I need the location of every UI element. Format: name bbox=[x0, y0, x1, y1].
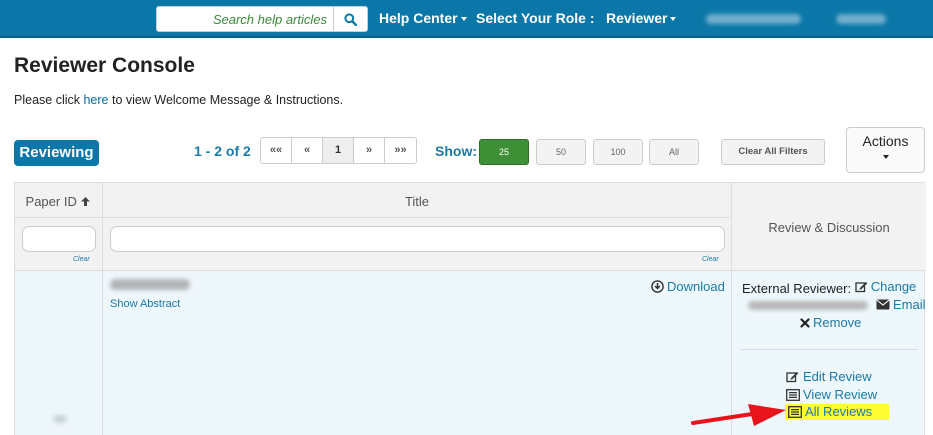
reviewer-email-line: Email bbox=[742, 297, 926, 313]
next-page-button[interactable]: » bbox=[354, 138, 385, 163]
show-abstract-link[interactable]: Show Abstract bbox=[110, 298, 180, 310]
change-label: Change bbox=[870, 279, 917, 294]
search-input[interactable] bbox=[156, 6, 334, 32]
page-size-50-button[interactable]: 50 bbox=[536, 139, 586, 165]
view-review-label: View Review bbox=[803, 387, 878, 402]
chevron-down-icon bbox=[670, 17, 677, 22]
chevron-down-icon bbox=[882, 155, 889, 159]
welcome-link[interactable]: here bbox=[83, 93, 108, 107]
reviewing-badge: Reviewing bbox=[14, 140, 99, 166]
sort-up-arrow-icon bbox=[80, 196, 91, 207]
paper-id-clear-link[interactable]: Clear bbox=[73, 256, 90, 263]
user-name-redacted[interactable] bbox=[706, 14, 801, 24]
title-clear-link[interactable]: Clear bbox=[702, 256, 719, 263]
welcome-message: Please click here to view Welcome Messag… bbox=[14, 93, 343, 107]
title-filter-input[interactable] bbox=[110, 226, 725, 252]
actions-dropdown[interactable]: Actions bbox=[846, 127, 925, 173]
list-icon bbox=[788, 405, 802, 418]
search-icon bbox=[344, 12, 357, 26]
select-role-label: Select Your Role : bbox=[476, 10, 595, 26]
user-menu-redacted[interactable] bbox=[836, 14, 886, 24]
all-reviews-link[interactable]: All Reviews bbox=[785, 404, 890, 420]
column-header: Paper ID Clear bbox=[15, 183, 102, 271]
column-header: Title Clear bbox=[103, 183, 731, 271]
clear-all-filters-button[interactable]: Clear All Filters bbox=[721, 139, 825, 165]
show-label: Show: bbox=[435, 143, 477, 159]
reviewer-email-redacted bbox=[748, 301, 868, 310]
header-divider bbox=[103, 217, 731, 218]
edit-review-label: Edit Review bbox=[803, 369, 872, 384]
paper-id-header[interactable]: Paper ID bbox=[15, 194, 102, 209]
review-header: Review & Discussion bbox=[768, 220, 890, 235]
last-page-button[interactable]: »» bbox=[385, 138, 416, 163]
remove-reviewer-link[interactable]: Remove bbox=[800, 315, 861, 330]
welcome-prefix: Please click bbox=[14, 93, 84, 107]
title-column: Title Clear Show Abstract Download bbox=[103, 183, 732, 435]
page-size-25-button[interactable]: 25 bbox=[479, 139, 529, 165]
role-label: Reviewer bbox=[606, 10, 668, 26]
annotation-arrow-icon bbox=[690, 398, 790, 428]
edit-icon bbox=[786, 370, 800, 383]
edit-review-link[interactable]: Edit Review bbox=[786, 369, 872, 384]
help-center-label: Help Center bbox=[379, 10, 458, 26]
column-header: Review & Discussion bbox=[732, 183, 926, 271]
pagination: «« « 1 » »» bbox=[260, 137, 417, 164]
external-reviewer-label: External Reviewer: bbox=[742, 281, 852, 296]
paper-title-redacted bbox=[110, 279, 190, 290]
review-divider bbox=[740, 349, 918, 350]
all-reviews-label: All Reviews bbox=[805, 404, 873, 419]
paper-id-redacted bbox=[53, 415, 67, 423]
page-1-button[interactable]: 1 bbox=[323, 138, 354, 163]
welcome-suffix: to view Welcome Message & Instructions. bbox=[108, 93, 344, 107]
paper-id-filter-input[interactable] bbox=[22, 226, 96, 252]
header-divider bbox=[15, 217, 102, 218]
title-header[interactable]: Title bbox=[103, 194, 731, 209]
result-range: 1 - 2 of 2 bbox=[194, 143, 251, 159]
envelope-icon bbox=[876, 299, 890, 310]
role-dropdown[interactable]: Reviewer bbox=[606, 10, 677, 26]
actions-label: Actions bbox=[862, 133, 909, 149]
email-reviewer-link[interactable]: Email bbox=[876, 297, 926, 312]
page-size-all-button[interactable]: All bbox=[649, 139, 699, 165]
view-review-link[interactable]: View Review bbox=[786, 387, 877, 402]
help-center-menu[interactable]: Help Center bbox=[379, 10, 467, 26]
paper-id-column: Paper ID Clear bbox=[15, 183, 103, 435]
email-label: Email bbox=[893, 297, 926, 312]
edit-icon bbox=[855, 280, 868, 293]
page-size-100-button[interactable]: 100 bbox=[593, 139, 643, 165]
download-icon bbox=[651, 280, 664, 293]
chevron-down-icon bbox=[460, 17, 467, 22]
change-reviewer-link[interactable]: Change bbox=[855, 279, 917, 294]
paper-id-header-label: Paper ID bbox=[25, 194, 77, 209]
top-navbar: Help Center Select Your Role : Reviewer bbox=[0, 0, 933, 38]
close-icon bbox=[800, 317, 810, 328]
remove-label: Remove bbox=[813, 315, 862, 330]
first-page-button[interactable]: «« bbox=[261, 138, 292, 163]
download-label: Download bbox=[667, 279, 725, 294]
prev-page-button[interactable]: « bbox=[292, 138, 323, 163]
download-link[interactable]: Download bbox=[651, 279, 725, 294]
external-reviewer-line: External Reviewer: Change bbox=[742, 279, 916, 296]
search-box bbox=[156, 6, 368, 32]
page-title: Reviewer Console bbox=[14, 54, 195, 77]
search-button[interactable] bbox=[334, 6, 368, 32]
